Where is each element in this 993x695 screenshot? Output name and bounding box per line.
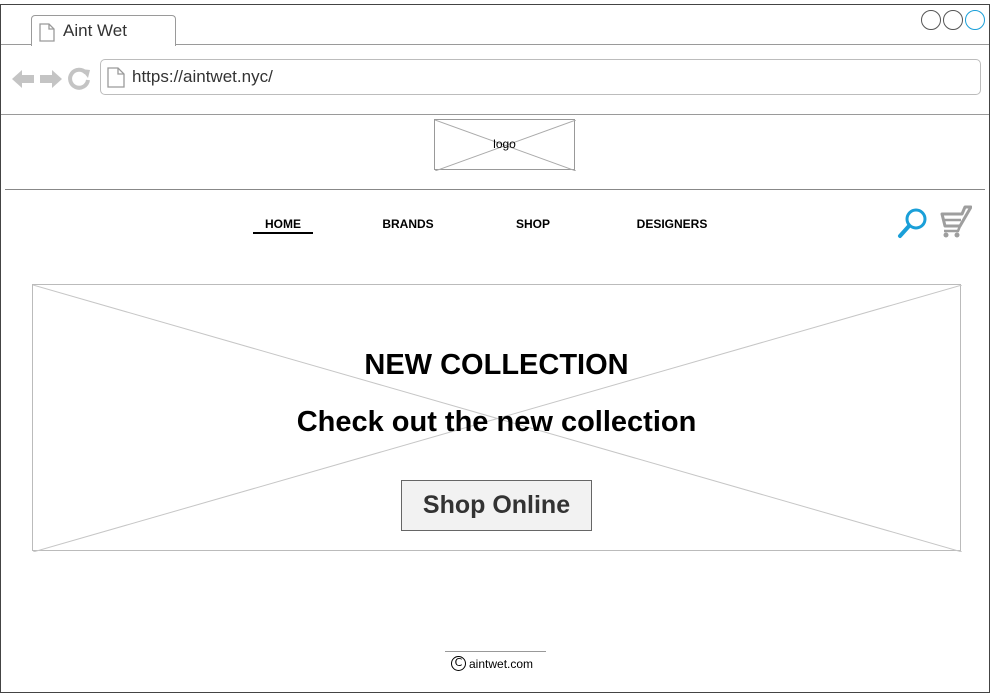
logo-text: logo bbox=[493, 137, 516, 151]
nav-item-brands[interactable]: BRANDS bbox=[373, 217, 443, 231]
active-nav-indicator bbox=[253, 232, 313, 234]
close-button[interactable] bbox=[965, 10, 985, 30]
hero-banner: NEW COLLECTION Check out the new collect… bbox=[32, 284, 962, 552]
footer: C aintwet.com bbox=[451, 656, 533, 671]
navigation-controls bbox=[11, 67, 91, 96]
tab-title: Aint Wet bbox=[63, 21, 127, 40]
maximize-button[interactable] bbox=[943, 10, 963, 30]
address-bar: https://aintwet.nyc/ bbox=[1, 45, 989, 115]
url-text: https://aintwet.nyc/ bbox=[132, 67, 273, 86]
copyright-icon: C bbox=[451, 656, 466, 671]
reload-icon[interactable] bbox=[67, 67, 91, 96]
footer-site: aintwet.com bbox=[469, 656, 534, 671]
browser-tab[interactable]: Aint Wet bbox=[31, 15, 176, 46]
footer-divider bbox=[445, 651, 546, 652]
logo-placeholder[interactable]: logo bbox=[434, 119, 576, 171]
hero-title: NEW COLLECTION bbox=[364, 349, 629, 381]
shopping-cart-icon[interactable] bbox=[938, 204, 973, 238]
nav-item-home[interactable]: HOME bbox=[253, 217, 313, 231]
search-icon[interactable] bbox=[897, 207, 929, 239]
url-field[interactable]: https://aintwet.nyc/ bbox=[100, 59, 981, 95]
page-icon bbox=[39, 23, 55, 47]
minimize-button[interactable] bbox=[921, 10, 941, 30]
forward-arrow-icon[interactable] bbox=[39, 68, 63, 95]
window-controls bbox=[921, 10, 985, 30]
nav-item-designers[interactable]: DESIGNERS bbox=[627, 217, 717, 231]
tab-bar: Aint Wet bbox=[1, 5, 989, 46]
header-divider bbox=[5, 189, 985, 190]
hero-subtitle: Check out the new collection bbox=[296, 406, 697, 438]
page-icon bbox=[107, 67, 125, 93]
nav-item-shop[interactable]: SHOP bbox=[503, 217, 563, 231]
shop-online-button[interactable]: Shop Online bbox=[401, 480, 592, 531]
back-arrow-icon[interactable] bbox=[11, 68, 35, 95]
